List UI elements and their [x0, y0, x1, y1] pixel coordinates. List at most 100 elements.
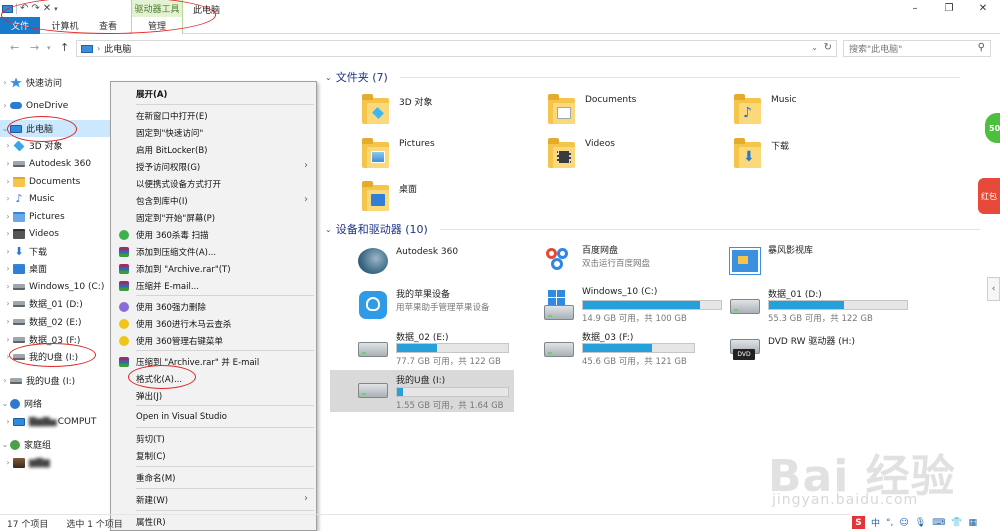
- expand-chevron-icon[interactable]: ›: [3, 282, 13, 291]
- menu-item-rename[interactable]: 重命名(M): [111, 469, 316, 486]
- collapse-chevron-icon[interactable]: ⌄: [325, 73, 332, 82]
- collapse-chevron-icon[interactable]: ⌄: [325, 225, 332, 234]
- menu-item-include-library[interactable]: 包含到库中(I) ›: [111, 192, 316, 209]
- nav-item-pictures[interactable]: › Pictures: [0, 208, 112, 225]
- computer-icon[interactable]: [2, 4, 13, 13]
- forward-arrow-icon[interactable]: →: [30, 41, 39, 54]
- menu-item-expand[interactable]: 展开(A): [111, 85, 316, 102]
- redo-icon[interactable]: ↷: [31, 3, 39, 14]
- expand-chevron-icon[interactable]: ›: [3, 417, 13, 426]
- menu-item-bitlocker[interactable]: 启用 BitLocker(B): [111, 141, 316, 158]
- menu-item-pin-quick-access[interactable]: 固定到"快速访问": [111, 124, 316, 141]
- nav-item-usb-drive-i[interactable]: › 我的U盘 (I:): [0, 348, 112, 365]
- breadcrumb-this-pc[interactable]: 此电脑: [104, 42, 131, 55]
- menu-item-add-archive[interactable]: 添加到压缩文件(A)...: [111, 243, 316, 260]
- nav-item-homegroup[interactable]: ⌄ 家庭组: [0, 436, 112, 453]
- menu-item-eject[interactable]: 弹出(J): [111, 387, 316, 404]
- recent-locations-icon[interactable]: ▾: [47, 44, 51, 52]
- nav-item-quick-access[interactable]: › 快速访问: [0, 74, 112, 91]
- address-bar[interactable]: › 此电脑 ⌄ ↻: [76, 40, 837, 57]
- device-baofeng-library[interactable]: 暴风影视库: [728, 242, 908, 282]
- nav-item-drive-d[interactable]: › 数据_01 (D:): [0, 295, 112, 312]
- folder-item-documents[interactable]: Documents: [548, 90, 738, 130]
- expand-chevron-icon[interactable]: ›: [3, 194, 13, 203]
- folder-item-pictures[interactable]: Pictures: [362, 134, 552, 174]
- nav-item-network[interactable]: ⌄ 网络: [0, 395, 112, 412]
- menu-item-compress-rar-email[interactable]: 压缩到 "Archive.rar" 并 E-mail: [111, 353, 316, 370]
- menu-item-pin-start[interactable]: 固定到"开始"屏幕(P): [111, 209, 316, 226]
- expand-chevron-icon[interactable]: ›: [3, 229, 13, 238]
- nav-item-documents[interactable]: › Documents: [0, 173, 112, 190]
- collapse-chevron-icon[interactable]: ⌄: [0, 399, 10, 408]
- delete-icon[interactable]: ✕: [43, 3, 51, 14]
- nav-item-drive-f[interactable]: › 数据_03 (F:): [0, 331, 112, 348]
- device-autodesk-360[interactable]: Autodesk 360: [356, 242, 536, 282]
- expand-chevron-icon[interactable]: ›: [3, 264, 13, 273]
- close-icon[interactable]: ✕: [966, 0, 1000, 17]
- menu-item-grant-access[interactable]: 授予访问权限(G) ›: [111, 158, 316, 175]
- expand-chevron-icon[interactable]: ›: [0, 101, 10, 110]
- ime-punctuation[interactable]: °,: [886, 518, 893, 528]
- folder-item-desktop[interactable]: 桌面: [362, 177, 552, 217]
- device-drive-c[interactable]: Windows_10 (C:) 14.9 GB 可用，共 100 GB: [542, 286, 728, 326]
- nav-item-downloads[interactable]: › ⬇ 下载: [0, 243, 112, 260]
- tab-view[interactable]: 查看: [89, 17, 127, 34]
- nav-item-drive-e[interactable]: › 数据_02 (E:): [0, 313, 112, 330]
- pane-collapse-handle[interactable]: ‹: [987, 277, 1000, 301]
- keyboard-icon[interactable]: ⌨: [932, 518, 945, 528]
- device-drive-e[interactable]: 数据_02 (E:) 77.7 GB 可用，共 122 GB: [356, 329, 542, 369]
- expand-chevron-icon[interactable]: ›: [3, 458, 13, 467]
- ime-mode-chinese[interactable]: 中: [871, 516, 880, 529]
- emoji-icon[interactable]: ☺: [899, 518, 908, 528]
- restore-icon[interactable]: ❐: [932, 0, 966, 17]
- folder-item-3d-objects[interactable]: 3D 对象: [362, 90, 552, 130]
- minimize-icon[interactable]: –: [898, 0, 932, 17]
- skin-icon[interactable]: 👕: [951, 518, 962, 528]
- folders-group-header[interactable]: ⌄ 文件夹 (7): [325, 69, 960, 85]
- device-apple-devices[interactable]: 我的苹果设备 用苹果助手管理苹果设备: [356, 286, 536, 326]
- menu-item-new[interactable]: 新建(W) ›: [111, 491, 316, 508]
- collapse-chevron-icon[interactable]: ⌄: [0, 440, 10, 449]
- menu-item-open-new-window[interactable]: 在新窗口中打开(E): [111, 107, 316, 124]
- expand-chevron-icon[interactable]: ›: [3, 317, 13, 326]
- floating-speed-badge[interactable]: 50: [985, 113, 1000, 143]
- tab-computer[interactable]: 计算机: [44, 17, 86, 34]
- expand-chevron-icon[interactable]: ›: [3, 177, 13, 186]
- nav-item-3d-objects[interactable]: › 3D 对象: [0, 137, 112, 154]
- nav-item-videos[interactable]: › Videos: [0, 225, 112, 242]
- nav-item-desktop[interactable]: › 桌面: [0, 260, 112, 277]
- expand-chevron-icon[interactable]: ›: [3, 141, 13, 150]
- device-baidu-netdisk[interactable]: 百度网盘 双击运行百度网盘: [542, 242, 722, 282]
- expand-chevron-icon[interactable]: ›: [3, 159, 13, 168]
- microphone-icon[interactable]: 🎙: [915, 518, 926, 528]
- device-usb-drive-i[interactable]: 我的U盘 (I:) 1.55 GB 可用，共 1.64 GB: [330, 370, 514, 412]
- menu-item-cut[interactable]: 剪切(T): [111, 430, 316, 447]
- floating-red-packet-badge[interactable]: 红包: [978, 178, 1000, 214]
- refresh-icon[interactable]: ↻: [824, 42, 832, 53]
- menu-item-add-archive-rar[interactable]: 添加到 "Archive.rar"(T): [111, 260, 316, 277]
- menu-item-360-force-delete[interactable]: 使用 360强力删除: [111, 298, 316, 315]
- menu-item-format[interactable]: 格式化(A)...: [111, 370, 316, 387]
- expand-chevron-icon[interactable]: ›: [0, 376, 10, 385]
- sogou-ime-icon[interactable]: S: [852, 516, 865, 529]
- expand-chevron-icon[interactable]: ›: [3, 335, 13, 344]
- customize-toolbar-icon[interactable]: ▾: [54, 5, 58, 13]
- nav-item-autodesk[interactable]: › Autodesk 360: [0, 155, 112, 172]
- nav-item-drive-c[interactable]: › Windows_10 (C:): [0, 278, 112, 295]
- expand-chevron-icon[interactable]: ›: [3, 299, 13, 308]
- nav-item-onedrive[interactable]: › OneDrive: [0, 97, 112, 114]
- address-dropdown-icon[interactable]: ⌄: [811, 43, 818, 52]
- expand-chevron-icon[interactable]: ›: [0, 78, 10, 87]
- device-drive-d[interactable]: 数据_01 (D:) 55.3 GB 可用，共 122 GB: [728, 286, 914, 326]
- nav-item-network-computer[interactable]: › ▇▆▇▅ COMPUT: [0, 413, 112, 430]
- menu-item-360-trojan-scan[interactable]: 使用 360进行木马云查杀: [111, 315, 316, 332]
- search-icon[interactable]: ⚲: [978, 42, 985, 53]
- menu-item-360-manage-menu[interactable]: 使用 360管理右键菜单: [111, 332, 316, 349]
- menu-item-open-portable[interactable]: 以便携式设备方式打开: [111, 175, 316, 192]
- undo-icon[interactable]: ↶: [20, 3, 28, 14]
- expand-chevron-icon[interactable]: ›: [3, 212, 13, 221]
- toolbox-icon[interactable]: ▦: [968, 518, 977, 528]
- collapse-chevron-icon[interactable]: ⌄: [0, 124, 10, 133]
- menu-item-360-scan[interactable]: 使用 360杀毒 扫描: [111, 226, 316, 243]
- devices-group-header[interactable]: ⌄ 设备和驱动器 (10): [325, 221, 980, 237]
